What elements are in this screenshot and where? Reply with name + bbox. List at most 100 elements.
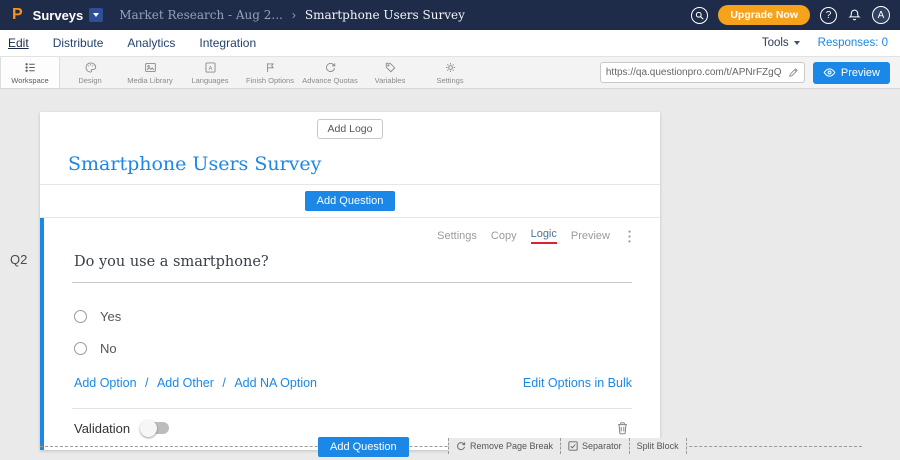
main-nav: Edit Distribute Analytics Integration To…	[0, 30, 900, 57]
edit-options-in-bulk-link[interactable]: Edit Options in Bulk	[523, 376, 632, 390]
tools-dropdown[interactable]: Tools	[762, 37, 800, 49]
question-block: Settings Copy Logic Preview Do you use a…	[40, 218, 660, 450]
toolbar-item-label: Languages	[191, 76, 228, 85]
nav-tabs: Edit Distribute Analytics Integration	[8, 30, 256, 56]
preview-label: Preview	[841, 67, 880, 79]
add-question-button-top[interactable]: Add Question	[305, 191, 396, 211]
tag-icon	[384, 61, 397, 74]
question-number: Q2	[10, 252, 27, 267]
toolbar-item-variables[interactable]: Variables	[360, 57, 420, 88]
delete-question-icon[interactable]	[615, 420, 630, 436]
toolbar-item-settings[interactable]: Settings	[420, 57, 480, 88]
chevron-down-icon	[89, 8, 103, 22]
toolbar-item-workspace[interactable]: Workspace	[0, 57, 60, 88]
answer-option-row: Yes	[72, 309, 632, 324]
toolbar-item-label: Settings	[436, 76, 463, 85]
surveys-dropdown[interactable]: Surveys	[33, 8, 104, 23]
workspace-list-icon	[24, 61, 37, 74]
answer-option-row: No	[72, 341, 632, 356]
add-na-option-link[interactable]: Add NA Option	[234, 376, 317, 390]
editor-toolbar: Workspace Design Media Library A Languag…	[0, 57, 900, 89]
tab-integration[interactable]: Integration	[199, 36, 256, 50]
chevron-down-icon	[794, 41, 800, 45]
toolbar-item-label: Media Library	[127, 76, 172, 85]
toolbar-item-media-library[interactable]: Media Library	[120, 57, 180, 88]
question-menu-settings[interactable]: Settings	[437, 230, 477, 242]
toolbar-item-languages[interactable]: A Languages	[180, 57, 240, 88]
upgrade-button[interactable]: Upgrade Now	[718, 5, 810, 25]
avatar[interactable]: A	[872, 6, 890, 24]
survey-header: Add Logo Smartphone Users Survey	[40, 112, 660, 175]
preview-button[interactable]: Preview	[813, 62, 890, 84]
language-icon: A	[204, 61, 217, 74]
add-logo-button[interactable]: Add Logo	[317, 119, 384, 139]
survey-url-field	[600, 62, 805, 83]
image-icon	[144, 61, 157, 74]
tab-distribute[interactable]: Distribute	[53, 36, 104, 50]
search-icon[interactable]	[691, 7, 708, 24]
nav-right: Tools Responses: 0	[762, 37, 888, 49]
survey-canvas: Q2 Add Logo Smartphone Users Survey Add …	[0, 89, 900, 460]
radio-button-no[interactable]	[74, 342, 87, 355]
add-option-links: Add Option / Add Other / Add NA Option	[74, 374, 317, 392]
bell-icon[interactable]	[847, 8, 862, 23]
surveys-label: Surveys	[33, 8, 84, 23]
question-text[interactable]: Do you use a smartphone?	[72, 254, 632, 283]
palette-icon	[84, 61, 97, 74]
breadcrumb: Market Research - Aug 2... › Smartphone …	[119, 8, 465, 22]
option-label-no[interactable]: No	[100, 341, 117, 356]
question-menu-copy[interactable]: Copy	[491, 230, 517, 242]
help-icon[interactable]: ?	[820, 7, 837, 24]
breadcrumb-parent[interactable]: Market Research - Aug 2...	[119, 8, 283, 22]
validation-toggle[interactable]	[142, 422, 169, 434]
question-menu-preview[interactable]: Preview	[571, 230, 610, 242]
toolbar-right: Preview	[600, 62, 890, 84]
tools-label: Tools	[762, 37, 789, 49]
tab-edit[interactable]: Edit	[8, 36, 29, 50]
link-separator: /	[145, 376, 148, 390]
validation-label: Validation	[74, 421, 130, 436]
split-block-button[interactable]: Split Block	[629, 438, 686, 454]
split-block-label: Split Block	[637, 441, 679, 451]
survey-url-input[interactable]	[606, 67, 788, 78]
flag-icon	[264, 61, 277, 74]
add-question-row: Add Question	[40, 184, 660, 218]
gear-icon	[444, 61, 457, 74]
toolbar-item-finish-options[interactable]: Finish Options	[240, 57, 300, 88]
remove-page-break-label: Remove Page Break	[470, 441, 553, 451]
add-question-button-bottom[interactable]: Add Question	[318, 437, 409, 457]
add-other-link[interactable]: Add Other	[157, 376, 214, 390]
page-break-controls: Remove Page Break Separator Split Block	[448, 438, 687, 454]
question-menu-logic[interactable]: Logic	[531, 228, 557, 244]
more-options-icon[interactable]	[627, 229, 632, 244]
option-label-yes[interactable]: Yes	[100, 309, 121, 324]
toolbar-item-label: Finish Options	[246, 76, 294, 85]
top-bar-left: P Surveys Market Research - Aug 2... › S…	[10, 6, 465, 24]
survey-card: Add Logo Smartphone Users Survey Add Que…	[40, 112, 660, 450]
edit-pencil-icon[interactable]	[788, 67, 799, 78]
toolbar-item-label: Advance Quotas	[302, 76, 357, 85]
top-bar: P Surveys Market Research - Aug 2... › S…	[0, 0, 900, 30]
toolbar-item-label: Variables	[375, 76, 406, 85]
radio-button-yes[interactable]	[74, 310, 87, 323]
remove-page-break-button[interactable]: Remove Page Break	[449, 438, 560, 454]
responses-count[interactable]: Responses: 0	[818, 37, 888, 49]
questionpro-logo[interactable]: P	[10, 6, 29, 24]
toolbar-item-design[interactable]: Design	[60, 57, 120, 88]
sync-arrows-icon	[324, 61, 337, 74]
toggle-knob	[140, 420, 157, 437]
breadcrumb-current: Smartphone Users Survey	[305, 8, 465, 22]
validation-left: Validation	[74, 421, 169, 436]
separator-label: Separator	[582, 441, 622, 451]
add-option-link[interactable]: Add Option	[74, 376, 137, 390]
toolbar-item-advance-quotas[interactable]: Advance Quotas	[300, 57, 360, 88]
separator-toggle[interactable]: Separator	[560, 438, 629, 454]
checkbox-checked-icon	[568, 441, 578, 451]
toolbar-item-label: Design	[78, 76, 101, 85]
question-menu: Settings Copy Logic Preview	[72, 224, 632, 246]
toolbar-items: Workspace Design Media Library A Languag…	[0, 57, 480, 88]
option-links-row: Add Option / Add Other / Add NA Option E…	[72, 374, 632, 392]
circular-arrow-icon	[456, 441, 466, 451]
tab-analytics[interactable]: Analytics	[127, 36, 175, 50]
survey-title[interactable]: Smartphone Users Survey	[68, 153, 660, 175]
